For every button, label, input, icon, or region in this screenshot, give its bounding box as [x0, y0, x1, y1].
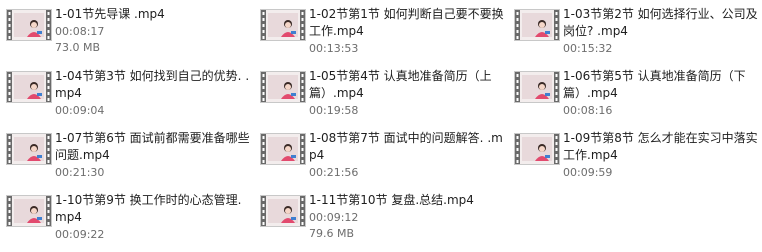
file-duration: 00:15:32 [563, 42, 613, 55]
file-name: 1-03节第2节 如何选择行业、公司及岗位? .mp4 [563, 7, 758, 38]
file-tile[interactable]: 1-02节第1节 如何判断自己要不要换工作.mp4 00:13:53 [254, 0, 508, 62]
file-name: 1-11节第10节 复盘.总结.mp4 [309, 193, 474, 207]
file-explorer-tiles-view: 1-01节先导课 .mp4 00:08:17 73.0 MB 1-02节第1节 如何判… [0, 0, 762, 252]
file-duration: 00:09:04 [55, 104, 105, 117]
video-file-icon [514, 133, 560, 165]
video-file-icon [260, 71, 306, 103]
file-tile[interactable]: 1-01节先导课 .mp4 00:08:17 73.0 MB [0, 0, 254, 62]
file-name: 1-07节第6节 面试前都需要准备哪些问题.mp4 [55, 131, 250, 162]
file-duration: 00:13:53 [309, 42, 359, 55]
file-duration: 00:21:30 [55, 166, 105, 179]
file-tile[interactable]: 1-11节第10节 复盘.总结.mp4 00:09:12 79.6 MB [254, 186, 508, 248]
file-name: 1-08节第7节 面试中的问题解答. .mp4 [309, 131, 503, 162]
file-size: 79.6 MB [309, 227, 355, 240]
file-tile[interactable]: 1-08节第7节 面试中的问题解答. .mp4 00:21:56 [254, 124, 508, 186]
video-file-icon [6, 133, 52, 165]
video-file-icon [6, 195, 52, 227]
video-file-icon [514, 71, 560, 103]
file-name: 1-05节第4节 认真地准备简历（上篇）.mp4 [309, 69, 492, 100]
file-duration: 00:09:22 [55, 228, 105, 241]
file-tile[interactable]: 1-06节第5节 认真地准备简历（下篇）.mp4 00:08:16 [508, 62, 762, 124]
video-file-icon [260, 9, 306, 41]
file-duration: 00:09:12 [309, 211, 359, 224]
file-tile[interactable]: 1-03节第2节 如何选择行业、公司及岗位? .mp4 00:15:32 [508, 0, 762, 62]
video-file-icon [514, 9, 560, 41]
video-file-icon [260, 195, 306, 227]
file-tile[interactable]: 1-07节第6节 面试前都需要准备哪些问题.mp4 00:21:30 [0, 124, 254, 186]
video-file-icon [6, 71, 52, 103]
file-tile[interactable]: 1-10节第9节 换工作时的心态管理.mp4 00:09:22 [0, 186, 254, 248]
file-duration: 00:09:59 [563, 166, 613, 179]
file-size: 73.0 MB [55, 41, 101, 54]
file-name: 1-04节第3节 如何找到自己的优势. .mp4 [55, 69, 250, 100]
file-tile[interactable]: 1-04节第3节 如何找到自己的优势. .mp4 00:09:04 [0, 62, 254, 124]
file-name: 1-01节先导课 .mp4 [55, 7, 165, 21]
file-duration: 00:08:16 [563, 104, 613, 117]
file-name: 1-10节第9节 换工作时的心态管理.mp4 [55, 193, 242, 224]
file-duration: 00:21:56 [309, 166, 359, 179]
video-file-icon [260, 133, 306, 165]
file-name: 1-02节第1节 如何判断自己要不要换工作.mp4 [309, 7, 504, 38]
file-name: 1-09节第8节 怎么才能在实习中落实工作.mp4 [563, 131, 758, 162]
file-name: 1-06节第5节 认真地准备简历（下篇）.mp4 [563, 69, 746, 100]
file-duration: 00:19:58 [309, 104, 359, 117]
file-tile[interactable]: 1-09节第8节 怎么才能在实习中落实工作.mp4 00:09:59 [508, 124, 762, 186]
file-tile[interactable]: 1-05节第4节 认真地准备简历（上篇）.mp4 00:19:58 [254, 62, 508, 124]
file-duration: 00:08:17 [55, 25, 105, 38]
video-file-icon [6, 9, 52, 41]
